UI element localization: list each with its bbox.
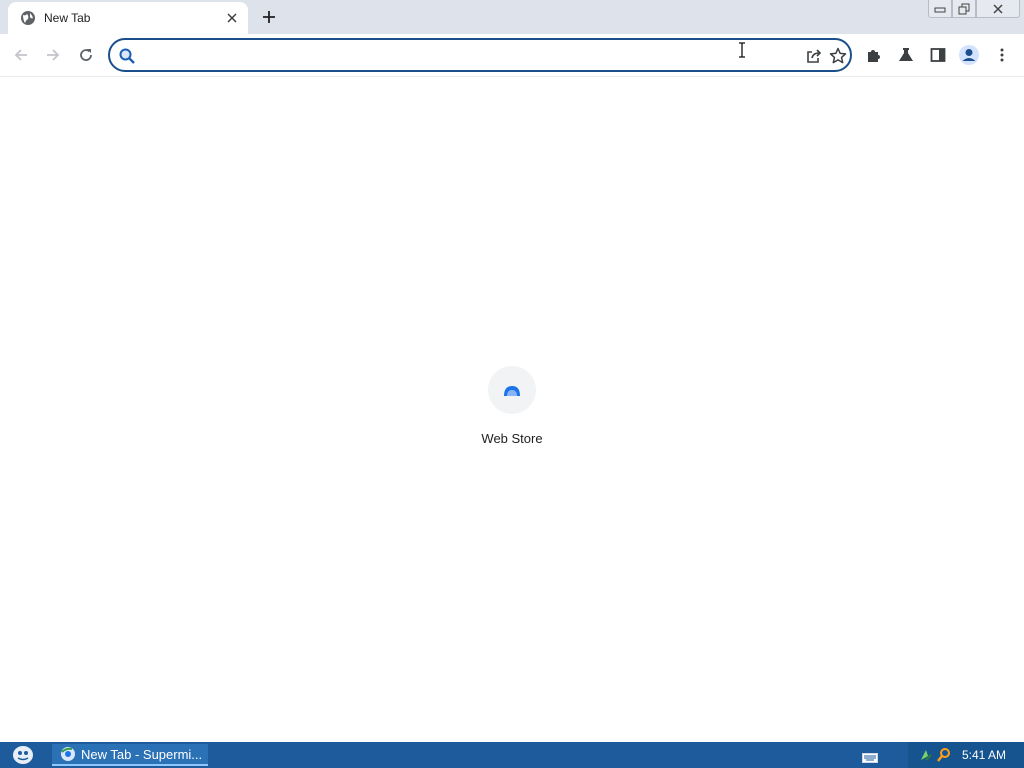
taskbar: New Tab - Supermi... 5:41 AM	[0, 742, 1024, 768]
restore-button[interactable]	[952, 0, 976, 18]
minimize-button[interactable]	[928, 0, 952, 18]
start-menu-icon	[13, 746, 33, 764]
arrow-right-icon	[47, 49, 60, 61]
labs-button[interactable]	[893, 42, 919, 68]
puzzle-icon	[868, 50, 880, 62]
reload-button[interactable]	[73, 42, 99, 68]
side-panel-icon	[930, 48, 946, 62]
toolbar	[0, 34, 1024, 77]
back-button[interactable]	[8, 42, 34, 68]
taskbar-item-label: New Tab - Supermi...	[81, 746, 203, 762]
address-input[interactable]	[144, 45, 798, 67]
search-tray-icon[interactable]	[936, 747, 952, 763]
system-tray: 5:41 AM	[908, 742, 1024, 768]
close-window-button[interactable]	[976, 0, 1020, 18]
tab-close-icon[interactable]	[222, 8, 242, 28]
flask-icon	[899, 48, 913, 61]
shortcut-web-store[interactable]: Web Store	[472, 366, 552, 456]
web-store-icon	[488, 366, 536, 414]
bookmark-star-icon[interactable]	[828, 46, 848, 66]
tab-new-tab[interactable]: New Tab	[8, 2, 248, 34]
browser-icon	[61, 747, 75, 761]
profile-icon	[959, 45, 979, 65]
start-button[interactable]	[8, 744, 38, 766]
browser-window: New Tab Web Store	[0, 0, 1024, 742]
reload-icon	[80, 49, 92, 61]
menu-button[interactable]	[989, 42, 1015, 68]
extensions-button[interactable]	[861, 42, 887, 68]
text-cursor-icon	[738, 42, 746, 58]
tab-strip: New Tab	[0, 0, 1024, 34]
clock: 5:41 AM	[962, 748, 1007, 762]
globe-icon	[20, 10, 36, 26]
forward-button[interactable]	[40, 42, 66, 68]
search-icon	[118, 47, 136, 65]
menu-icon	[1000, 48, 1004, 62]
tab-title: New Tab	[44, 11, 91, 25]
taskbar-item-browser[interactable]: New Tab - Supermi...	[52, 744, 208, 766]
profile-button[interactable]	[956, 42, 982, 68]
new-tab-button[interactable]	[257, 5, 281, 29]
arrow-left-icon	[14, 49, 27, 61]
shortcut-label: Web Store	[481, 431, 543, 446]
network-icon[interactable]	[918, 747, 934, 763]
side-panel-button[interactable]	[925, 42, 951, 68]
share-icon[interactable]	[804, 46, 824, 66]
keyboard-icon[interactable]	[862, 750, 878, 763]
